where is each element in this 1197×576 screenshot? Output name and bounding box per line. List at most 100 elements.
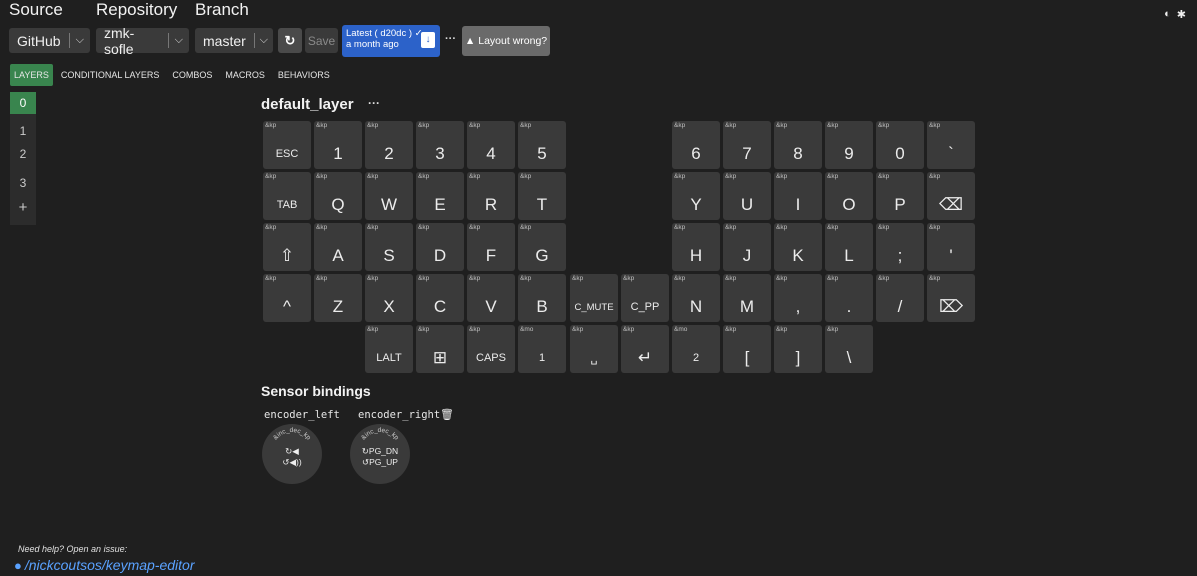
- key[interactable]: &kp 7: [723, 121, 771, 169]
- key-param[interactable]: S: [365, 241, 413, 271]
- key-param[interactable]: ': [927, 241, 975, 271]
- key[interactable]: &kp H: [672, 223, 720, 271]
- key-param[interactable]: [: [723, 343, 771, 373]
- key-param[interactable]: C: [416, 292, 464, 322]
- key-param[interactable]: D: [416, 241, 464, 271]
- key[interactable]: &kp ⊞: [416, 325, 464, 373]
- key-param[interactable]: 3: [416, 139, 464, 169]
- key-behavior[interactable]: &kp: [827, 173, 838, 180]
- key-behavior[interactable]: &kp: [367, 173, 378, 180]
- tab-conditional-layers[interactable]: CONDITIONAL LAYERS: [56, 65, 165, 85]
- key-param[interactable]: U: [723, 190, 771, 220]
- key-behavior[interactable]: &kp: [469, 122, 480, 129]
- key-behavior[interactable]: &kp: [623, 326, 634, 333]
- key[interactable]: &kp D: [416, 223, 464, 271]
- key-behavior[interactable]: &kp: [878, 275, 889, 282]
- key-param[interactable]: R: [467, 190, 515, 220]
- key[interactable]: &kp /: [876, 274, 924, 322]
- repository-select[interactable]: zmk-sofle ⌵: [96, 25, 189, 57]
- encoder-left-binding[interactable]: &inc_dec_kp ↻◀ ↺◀)): [262, 424, 322, 484]
- key[interactable]: &kp C: [416, 274, 464, 322]
- key[interactable]: &kp 8: [774, 121, 822, 169]
- key-behavior[interactable]: &kp: [469, 275, 480, 282]
- key-param[interactable]: CAPS: [467, 343, 515, 373]
- key[interactable]: &kp J: [723, 223, 771, 271]
- key-behavior[interactable]: &kp: [367, 275, 378, 282]
- key[interactable]: &kp S: [365, 223, 413, 271]
- key[interactable]: &kp X: [365, 274, 413, 322]
- key-param[interactable]: X: [365, 292, 413, 322]
- key[interactable]: &kp LALT: [365, 325, 413, 373]
- key-behavior[interactable]: &kp: [316, 122, 327, 129]
- key[interactable]: &kp ↵: [621, 325, 669, 373]
- key-behavior[interactable]: &kp: [929, 275, 940, 282]
- key-param[interactable]: ⌦: [927, 292, 975, 322]
- key-behavior[interactable]: &kp: [827, 275, 838, 282]
- key-param[interactable]: .: [825, 292, 873, 322]
- key[interactable]: &kp ⇧: [263, 223, 311, 271]
- key-behavior[interactable]: &kp: [674, 224, 685, 231]
- key-param[interactable]: 4: [467, 139, 515, 169]
- key[interactable]: &kp F: [467, 223, 515, 271]
- tab-behaviors[interactable]: BEHAVIORS: [273, 65, 335, 85]
- key[interactable]: &kp ␣: [570, 325, 618, 373]
- key-behavior[interactable]: &kp: [827, 326, 838, 333]
- tab-layers[interactable]: LAYERS: [10, 64, 53, 86]
- key-param[interactable]: TAB: [263, 190, 311, 220]
- key-param[interactable]: C_MUTE: [570, 292, 618, 322]
- key-param[interactable]: LALT: [365, 343, 413, 373]
- key-param[interactable]: ⊞: [416, 343, 464, 373]
- key-param[interactable]: ␣: [570, 343, 618, 373]
- key[interactable]: &kp U: [723, 172, 771, 220]
- key[interactable]: &kp ⌫: [927, 172, 975, 220]
- layer-item-2[interactable]: 2: [10, 143, 36, 165]
- key-param[interactable]: ↵: [621, 343, 669, 373]
- key[interactable]: &kp T: [518, 172, 566, 220]
- key-behavior[interactable]: &kp: [265, 275, 276, 282]
- key[interactable]: &kp A: [314, 223, 362, 271]
- tab-combos[interactable]: COMBOS: [167, 65, 217, 85]
- key[interactable]: &kp E: [416, 172, 464, 220]
- key-behavior[interactable]: &mo: [674, 326, 687, 333]
- key-behavior[interactable]: &kp: [418, 326, 429, 333]
- trash-icon[interactable]: 🗑: [440, 408, 454, 421]
- layer-item-0[interactable]: 0: [10, 92, 36, 114]
- key-behavior[interactable]: &kp: [776, 173, 787, 180]
- key-param[interactable]: 2: [672, 343, 720, 373]
- key[interactable]: &kp 1: [314, 121, 362, 169]
- key-param[interactable]: \: [825, 343, 873, 373]
- key-behavior[interactable]: &kp: [520, 275, 531, 282]
- key-param[interactable]: 1: [314, 139, 362, 169]
- key-param[interactable]: V: [467, 292, 515, 322]
- key[interactable]: &kp P: [876, 172, 924, 220]
- key-behavior[interactable]: &kp: [725, 173, 736, 180]
- key[interactable]: &mo 2: [672, 325, 720, 373]
- key-behavior[interactable]: &kp: [316, 275, 327, 282]
- key-behavior[interactable]: &kp: [469, 326, 480, 333]
- key-behavior[interactable]: &kp: [929, 122, 940, 129]
- key-behavior[interactable]: &kp: [520, 173, 531, 180]
- key-behavior[interactable]: &kp: [827, 224, 838, 231]
- key[interactable]: &kp O: [825, 172, 873, 220]
- key-behavior[interactable]: &kp: [725, 224, 736, 231]
- key-param[interactable]: N: [672, 292, 720, 322]
- branch-select[interactable]: master ⌵: [195, 28, 273, 53]
- key-behavior[interactable]: &kp: [469, 173, 480, 180]
- key-behavior[interactable]: &kp: [674, 275, 685, 282]
- key[interactable]: &kp.: [825, 274, 873, 322]
- key[interactable]: &kp \: [825, 325, 873, 373]
- key-behavior[interactable]: &kp: [929, 173, 940, 180]
- key-param[interactable]: Y: [672, 190, 720, 220]
- key-param[interactable]: 9: [825, 139, 873, 169]
- key-behavior[interactable]: &kp: [367, 122, 378, 129]
- refresh-button[interactable]: ↻: [278, 28, 302, 53]
- key-behavior[interactable]: &kp: [674, 122, 685, 129]
- key-param[interactable]: F: [467, 241, 515, 271]
- tab-macros[interactable]: MACROS: [220, 65, 270, 85]
- key[interactable]: &kp R: [467, 172, 515, 220]
- source-select[interactable]: GitHub ⌵: [9, 28, 90, 53]
- key-param[interactable]: ⇧: [263, 241, 311, 271]
- key[interactable]: &kp,: [774, 274, 822, 322]
- encoder-right-binding[interactable]: &inc_dec_kp ↻PG_DN ↺PG_UP: [350, 424, 410, 484]
- key-behavior[interactable]: &kp: [776, 224, 787, 231]
